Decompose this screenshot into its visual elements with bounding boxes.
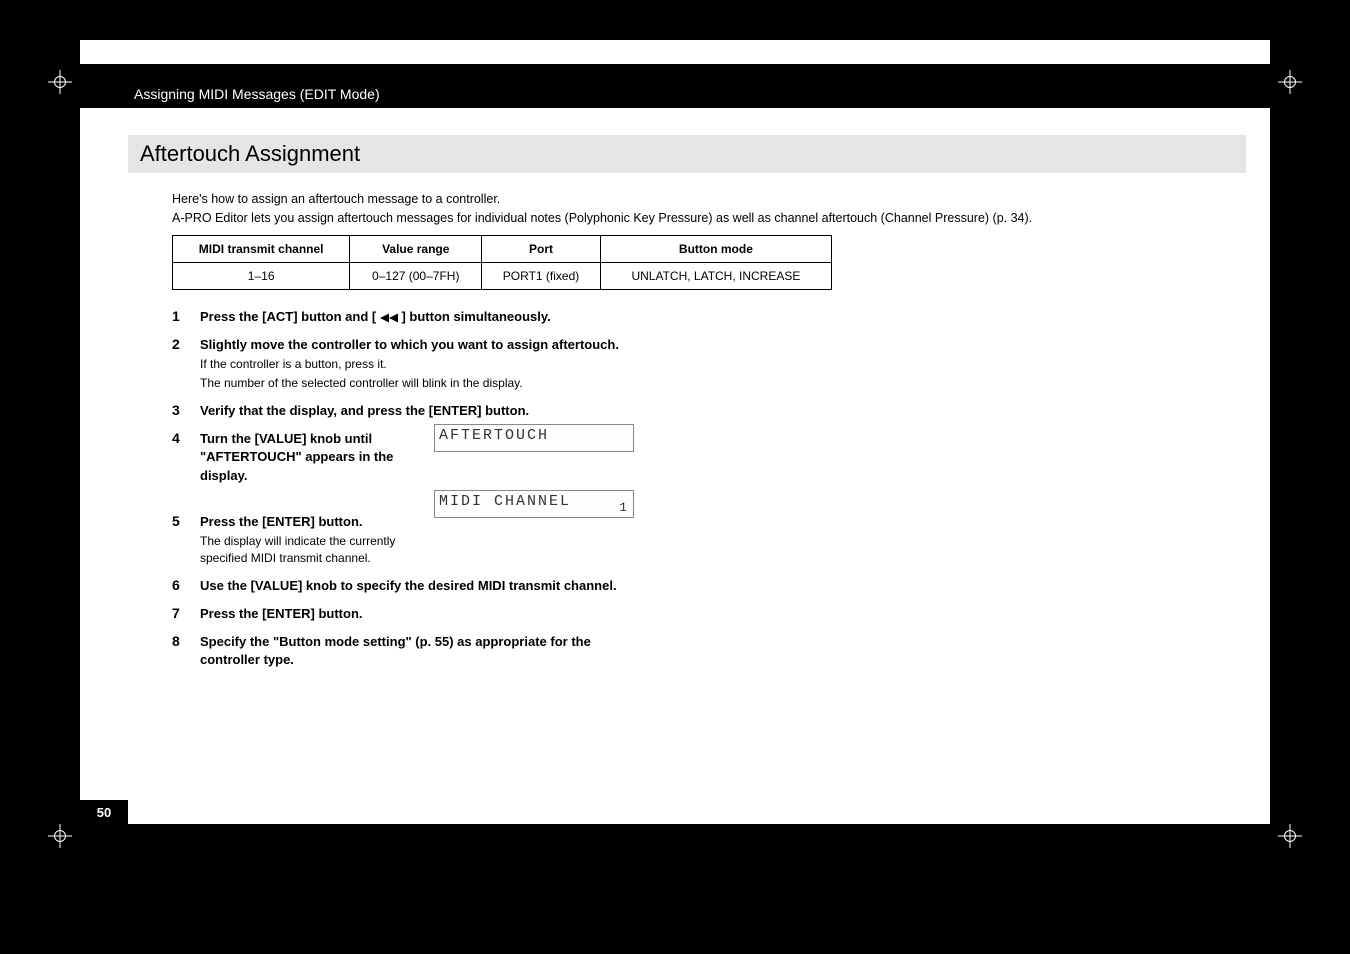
step: 2 Slightly move the controller to which … (172, 336, 732, 392)
intro-line: A-PRO Editor lets you assign aftertouch … (172, 209, 1032, 228)
step-number: 6 (172, 577, 200, 595)
step-number: 1 (172, 308, 200, 326)
table-header: Button mode (600, 236, 831, 263)
step-title: Press the [ENTER] button. (200, 513, 420, 531)
step: 6 Use the [VALUE] knob to specify the de… (172, 577, 732, 595)
step-number: 3 (172, 402, 200, 420)
registration-mark-icon (48, 70, 72, 94)
registration-mark-icon (48, 824, 72, 848)
table-cell: 1–16 (173, 263, 350, 290)
lcd-display: AFTERTOUCH (434, 424, 634, 452)
step-title: Turn the [VALUE] knob until "AFTERTOUCH"… (200, 430, 400, 485)
table-header: Value range (350, 236, 482, 263)
parameter-table: MIDI transmit channel Value range Port B… (172, 235, 832, 290)
table-cell: PORT1 (fixed) (482, 263, 601, 290)
lcd-text: MIDI CHANNEL (439, 493, 571, 510)
registration-mark-icon (1288, 454, 1312, 478)
chapter-title: Assigning MIDI Messages (EDIT Mode) (134, 86, 380, 102)
registration-mark-icon (38, 454, 62, 478)
rewind-icon (380, 313, 398, 323)
table-header: MIDI transmit channel (173, 236, 350, 263)
section-title-bar: Aftertouch Assignment (128, 135, 1246, 173)
chapter-header: Assigning MIDI Messages (EDIT Mode) (80, 64, 1270, 108)
lcd-display: MIDI CHANNEL 1 (434, 490, 634, 518)
step-number: 7 (172, 605, 200, 623)
step-title: Press the [ENTER] button. (200, 605, 732, 623)
step-number: 4 (172, 430, 200, 485)
step-note: The display will indicate the currently … (200, 533, 420, 567)
step: 3 Verify that the display, and press the… (172, 402, 732, 420)
print-crop-bottom (0, 824, 1350, 954)
intro-text: Here's how to assign an aftertouch messa… (172, 190, 1032, 228)
step: 7 Press the [ENTER] button. (172, 605, 732, 623)
print-crop-top (0, 0, 1350, 40)
table-header: Port (482, 236, 601, 263)
step: 1 Press the [ACT] button and [ ] button … (172, 308, 732, 326)
step-number: 2 (172, 336, 200, 392)
page-number: 50 (80, 800, 128, 824)
table-cell: UNLATCH, LATCH, INCREASE (600, 263, 831, 290)
step: 5 Press the [ENTER] button. The display … (172, 513, 732, 567)
lcd-text: AFTERTOUCH (439, 427, 549, 444)
step-number: 8 (172, 633, 200, 669)
page-content: Assigning MIDI Messages (EDIT Mode) Afte… (80, 40, 1270, 824)
step-title: Verify that the display, and press the [… (200, 402, 732, 420)
table-cell: 0–127 (00–7FH) (350, 263, 482, 290)
intro-line: Here's how to assign an aftertouch messa… (172, 190, 1032, 209)
section-title: Aftertouch Assignment (140, 141, 360, 166)
step-number: 5 (172, 513, 200, 567)
lcd-value: 1 (619, 500, 629, 515)
step-title: Slightly move the controller to which yo… (200, 336, 732, 354)
step-title: Use the [VALUE] knob to specify the desi… (200, 577, 732, 595)
step-note: The number of the selected controller wi… (200, 375, 732, 392)
step-note: If the controller is a button, press it. (200, 356, 732, 373)
step: 8 Specify the "Button mode setting" (p. … (172, 633, 732, 669)
registration-mark-icon (1278, 824, 1302, 848)
step-title: Press the [ACT] button and [ ] button si… (200, 308, 732, 326)
table-row: 1–16 0–127 (00–7FH) PORT1 (fixed) UNLATC… (173, 263, 832, 290)
registration-mark-icon (1278, 70, 1302, 94)
step-title: Specify the "Button mode setting" (p. 55… (200, 633, 600, 669)
